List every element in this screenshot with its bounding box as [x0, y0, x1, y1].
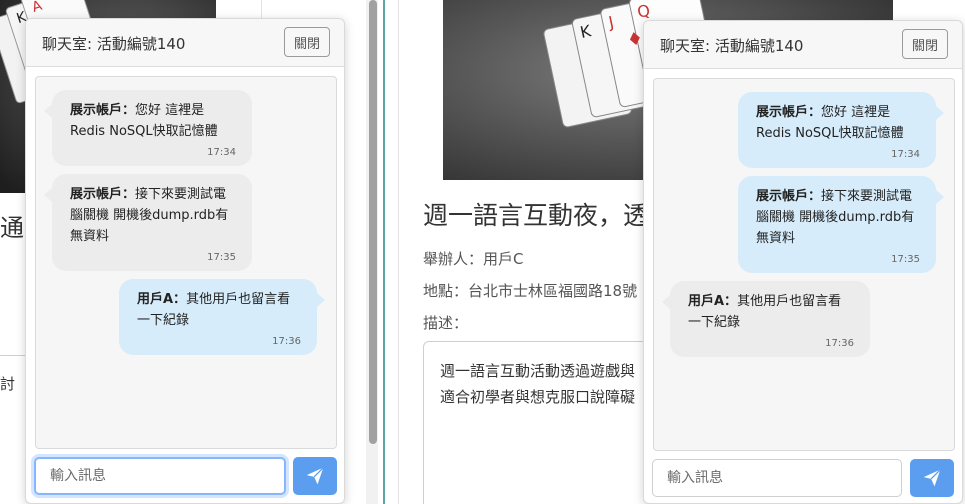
chat-title: 聊天室: 活動編號140 — [660, 37, 804, 55]
close-button[interactable]: 關閉 — [284, 27, 330, 57]
paper-plane-icon — [306, 467, 324, 485]
message-time: 17:36 — [272, 336, 301, 347]
message-text: 一下紀錄 — [137, 313, 190, 328]
chat-title: 聊天室: 活動編號140 — [42, 35, 186, 53]
message-input[interactable] — [34, 457, 286, 495]
event-location: 地點：台北市士林區福國路18號 — [423, 282, 638, 300]
message-text: 接下來要測試電 — [135, 187, 227, 202]
event-title: 週一語言互動夜，透 — [423, 201, 649, 230]
message-sender: 用戶A： — [688, 294, 738, 309]
chat-header: 聊天室: 活動編號140 關閉 — [26, 19, 344, 67]
message-list[interactable]: 展示帳戶：您好 這裡是 Redis NoSQL快取記憶體 17:34 展示帳戶：… — [35, 76, 337, 449]
event-desc-label: 描述： — [423, 314, 469, 332]
chat-window-left: 聊天室: 活動編號140 關閉 展示帳戶：您好 這裡是 Redis NoSQL快… — [25, 18, 345, 504]
close-button[interactable]: 關閉 — [902, 29, 948, 59]
message-text: 無資料 — [70, 229, 110, 244]
event-desc-line: 適合初學者與想克服口說障礙 — [440, 388, 636, 406]
message-time: 17:36 — [825, 338, 854, 349]
message-text: 無資料 — [756, 231, 796, 246]
event-desc-line: 週一語言互動活動透過遊戲與 — [440, 362, 636, 380]
message-received: 展示帳戶：接下來要測試電 腦關機 開機後dump.rdb有 無資料 17:35 — [44, 174, 252, 271]
message-text: 腦關機 開機後dump.rdb有 — [70, 208, 229, 223]
chat-header: 聊天室: 活動編號140 關閉 — [644, 21, 962, 69]
message-sender: 用戶A： — [137, 292, 187, 307]
message-sent: 展示帳戶：您好 這裡是 Redis NoSQL快取記憶體 17:34 — [738, 92, 944, 168]
chat-window-right: 聊天室: 活動編號140 關閉 展示帳戶：您好 這裡是 Redis NoSQL快… — [643, 20, 963, 504]
message-time: 17:34 — [207, 147, 236, 158]
paper-plane-icon — [923, 469, 941, 487]
message-input[interactable] — [652, 459, 902, 497]
message-received: 展示帳戶：您好 這裡是 Redis NoSQL快取記憶體 17:34 — [44, 90, 252, 166]
message-sender: 展示帳戶： — [70, 187, 136, 202]
message-sender: 展示帳戶： — [70, 103, 136, 118]
scrollbar-thumb[interactable] — [369, 0, 377, 444]
message-sender: 展示帳戶： — [756, 189, 822, 204]
message-text: Redis NoSQL快取記憶體 — [756, 126, 904, 141]
send-button[interactable] — [910, 459, 954, 497]
event-desc-fragment: 討 — [0, 375, 16, 393]
message-text: 腦關機 開機後dump.rdb有 — [756, 210, 915, 225]
message-list[interactable]: 展示帳戶：您好 這裡是 Redis NoSQL快取記憶體 17:34 展示帳戶：… — [653, 78, 955, 451]
event-title-fragment: 通 — [0, 214, 24, 242]
message-text: Redis NoSQL快取記憶體 — [70, 124, 218, 139]
message-text: 其他用戶也留言看 — [737, 294, 842, 309]
send-button[interactable] — [293, 457, 337, 495]
message-text: 您好 這裡是 — [821, 105, 891, 120]
message-text: 接下來要測試電 — [821, 189, 913, 204]
message-sent: 用戶A：其他用戶也留言看 一下紀錄 17:36 — [119, 279, 325, 355]
message-text: 一下紀錄 — [688, 315, 741, 330]
message-text: 您好 這裡是 — [135, 103, 205, 118]
message-sender: 展示帳戶： — [756, 105, 822, 120]
message-received: 用戶A：其他用戶也留言看 一下紀錄 17:36 — [662, 281, 870, 357]
screen: A K 通 討 Q J K ♦ 週一語言互動夜，透 舉辦人：用戶C 地點：台北市… — [0, 0, 965, 504]
event-organizer: 舉辦人：用戶C — [423, 250, 524, 268]
divider — [398, 0, 399, 504]
pane-divider — [383, 0, 385, 504]
message-sent: 展示帳戶：接下來要測試電 腦關機 開機後dump.rdb有 無資料 17:35 — [738, 176, 944, 273]
message-text: 其他用戶也留言看 — [186, 292, 291, 307]
message-time: 17:34 — [891, 149, 920, 160]
message-time: 17:35 — [207, 252, 236, 263]
message-time: 17:35 — [891, 254, 920, 265]
